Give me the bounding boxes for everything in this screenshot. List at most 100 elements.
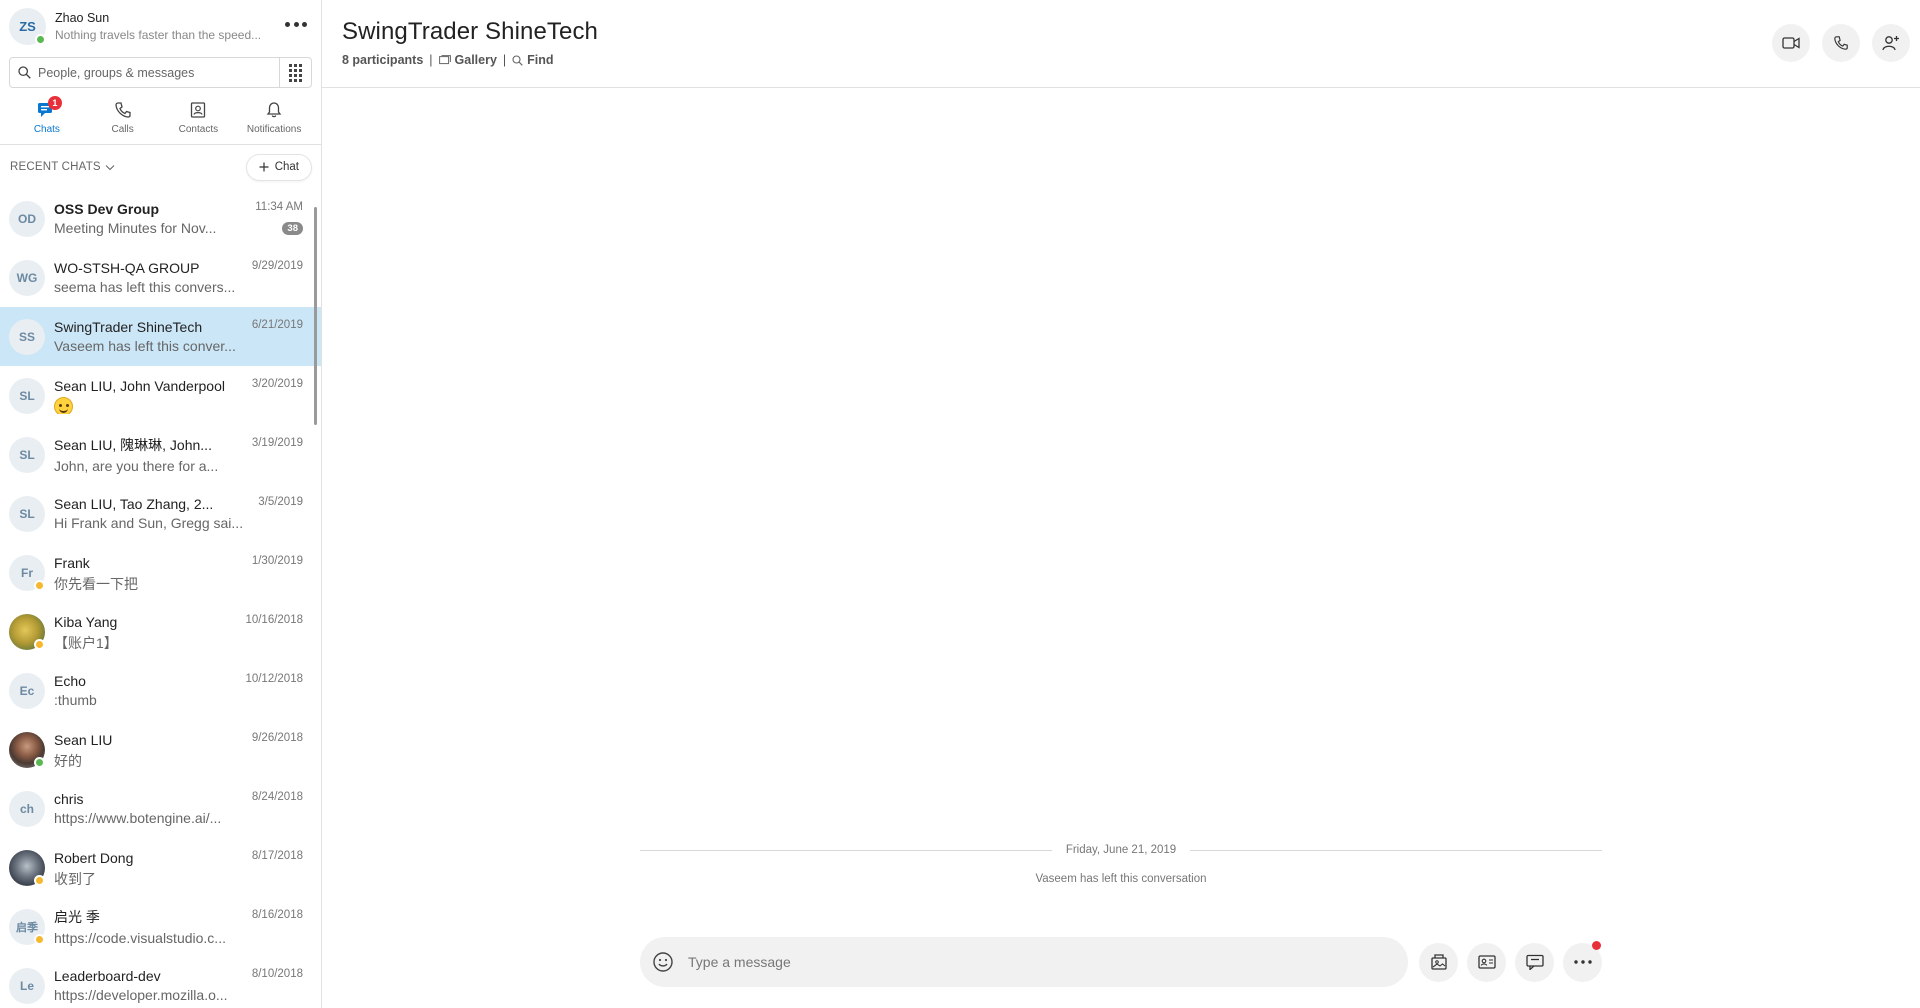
chat-preview: https://developer.mozilla.o...: [54, 986, 228, 1003]
chat-name: Sean LIU: [54, 731, 113, 748]
search-box[interactable]: [10, 58, 279, 87]
chat-name: Frank: [54, 554, 90, 571]
chat-item-swingtrader-shinetech[interactable]: SS SwingTrader ShineTech Vaseem has left…: [0, 307, 321, 366]
unread-badge: 1: [47, 96, 62, 110]
search-icon: [512, 54, 523, 66]
chat-item-kiba-yang[interactable]: Kiba Yang 【账户1】 10/16/2018: [0, 602, 321, 661]
tab-label: Calls: [111, 124, 134, 135]
chat-name: Robert Dong: [54, 849, 134, 866]
search-input[interactable]: [38, 65, 268, 80]
profile-initials: ZS: [19, 18, 36, 34]
chat-avatar-photo: [9, 849, 45, 886]
profile-text[interactable]: Zhao Sun Nothing travels faster than the…: [55, 11, 265, 42]
search-icon: [18, 66, 31, 79]
recent-chats-toggle[interactable]: RECENT CHATS: [10, 161, 115, 173]
tab-notifications[interactable]: Notifications: [236, 95, 312, 144]
dialpad-button[interactable]: [279, 58, 311, 87]
message-input[interactable]: [688, 954, 1368, 970]
send-file-button[interactable]: [1419, 942, 1458, 982]
search-bar: [9, 57, 312, 88]
chat-item-frank[interactable]: Fr Frank 你先看一下把 1/30/2019: [0, 543, 321, 602]
unread-count-badge: 38: [282, 222, 303, 235]
chat-date: 8/10/2018: [251, 968, 303, 980]
more-actions-button[interactable]: [1563, 940, 1602, 982]
chat-avatar: ch: [9, 790, 45, 827]
chat-item-chris[interactable]: ch chris https://www.botengine.ai/... 8/…: [0, 779, 321, 838]
chat-item-sean-liu-group-1[interactable]: SL Sean LIU, 隗琳琳, John... John, are you …: [0, 425, 321, 484]
message-icon: [1525, 954, 1544, 970]
chat-preview: 好的: [54, 752, 82, 768]
tab-contacts[interactable]: Contacts: [161, 95, 237, 144]
chat-date: 8/17/2018: [251, 850, 303, 862]
chat-avatar: SL: [9, 436, 45, 473]
chat-avatar: 启季: [9, 908, 45, 945]
add-people-button[interactable]: [1872, 24, 1910, 62]
chat-item-wo-stsh-qa-group[interactable]: WG WO-STSH-QA GROUP seema has left this …: [0, 248, 321, 307]
new-chat-button[interactable]: Chat: [245, 153, 312, 181]
conversation-title[interactable]: SwingTrader ShineTech: [342, 18, 1920, 46]
chat-preview: seema has left this convers...: [54, 278, 236, 295]
chat-preview: Vaseem has left this conver...: [54, 337, 236, 354]
video-call-button[interactable]: [1772, 24, 1810, 62]
chat-avatar: SL: [9, 495, 45, 532]
profile-mood: Nothing travels faster than the speed...: [55, 27, 262, 42]
date-divider-label: Friday, June 21, 2019: [1065, 844, 1177, 856]
more-dots-icon: [1573, 960, 1592, 964]
chat-avatar: WG: [9, 259, 45, 296]
chat-list-scrollbar[interactable]: [314, 207, 317, 425]
chat-avatar: SS: [9, 318, 45, 355]
send-contact-button[interactable]: [1467, 942, 1506, 982]
chat-name: Leaderboard-dev: [54, 967, 161, 984]
participants-link[interactable]: 8 participants: [342, 53, 423, 67]
contact-card-icon: [1477, 955, 1496, 969]
conversation-header: SwingTrader ShineTech 8 participants | G…: [322, 0, 1920, 88]
chat-avatar: Fr: [9, 554, 45, 591]
phone-icon: [114, 102, 131, 118]
audio-call-button[interactable]: [1822, 24, 1860, 62]
chat-name: SwingTrader ShineTech: [54, 318, 203, 335]
chat-list: OD OSS Dev Group Meeting Minutes for Nov…: [0, 189, 321, 1008]
chat-avatar: OD: [9, 200, 45, 237]
chat-options-button[interactable]: [1515, 942, 1554, 982]
chat-item-sean-liu-john-vanderpool[interactable]: SL Sean LIU, John Vanderpool 3/20/2019: [0, 366, 321, 425]
file-image-icon: [1430, 954, 1447, 970]
profile-name: Zhao Sun: [55, 10, 110, 25]
emoji-icon[interactable]: [652, 951, 674, 973]
chat-item-leaderboard-dev[interactable]: Le Leaderboard-dev https://developer.moz…: [0, 956, 321, 1008]
chat-preview: 【账户1】: [54, 634, 118, 650]
chat-date: 3/20/2019: [251, 378, 303, 390]
chat-item-sean-liu-group-2[interactable]: SL Sean LIU, Tao Zhang, 2... Hi Frank an…: [0, 484, 321, 543]
away-status-icon: [34, 874, 45, 886]
chat-item-sean-liu[interactable]: Sean LIU 好的 9/26/2018: [0, 720, 321, 779]
chat-name: OSS Dev Group: [54, 200, 160, 217]
chat-item-oss-dev-group[interactable]: OD OSS Dev Group Meeting Minutes for Nov…: [0, 189, 321, 248]
chat-date: 11:34 AM: [255, 201, 303, 213]
plus-icon: [259, 162, 269, 172]
chat-item-echo[interactable]: Ec Echo :thumb 10/12/2018: [0, 661, 321, 720]
video-camera-icon: [1782, 37, 1800, 49]
chat-date: 10/12/2018: [245, 673, 303, 685]
new-chat-label: Chat: [274, 161, 299, 173]
tab-calls[interactable]: Calls: [85, 95, 161, 144]
chat-date: 3/5/2019: [258, 496, 303, 508]
chat-date: 8/16/2018: [251, 909, 303, 921]
chat-preview: Meeting Minutes for Nov...: [54, 219, 217, 236]
chevron-down-icon: [105, 164, 115, 170]
profile-avatar[interactable]: ZS: [9, 7, 46, 45]
chat-date: 3/19/2019: [251, 437, 303, 449]
chat-preview: 你先看一下把: [54, 575, 138, 591]
find-link[interactable]: Find: [512, 53, 554, 67]
more-options-button[interactable]: [285, 15, 307, 33]
chat-avatar-photo: [9, 731, 45, 768]
chat-item-robert-dong[interactable]: Robert Dong 收到了 8/17/2018: [0, 838, 321, 897]
recent-chats-header: RECENT CHATS Chat: [0, 145, 321, 189]
conversation-meta: 8 participants | Gallery | Find: [342, 53, 1920, 67]
dot-icon: [302, 21, 307, 27]
add-person-icon: [1882, 36, 1899, 51]
away-status-icon: [34, 638, 45, 650]
date-divider: Friday, June 21, 2019: [640, 842, 1603, 858]
gallery-link[interactable]: Gallery: [438, 53, 497, 67]
profile-header: ZS Zhao Sun Nothing travels faster than …: [0, 0, 321, 52]
tab-chats[interactable]: 1 Chats: [9, 95, 85, 144]
chat-item-qiguang-ji[interactable]: 启季 启光 季 https://code.visualstudio.c... 8…: [0, 897, 321, 956]
